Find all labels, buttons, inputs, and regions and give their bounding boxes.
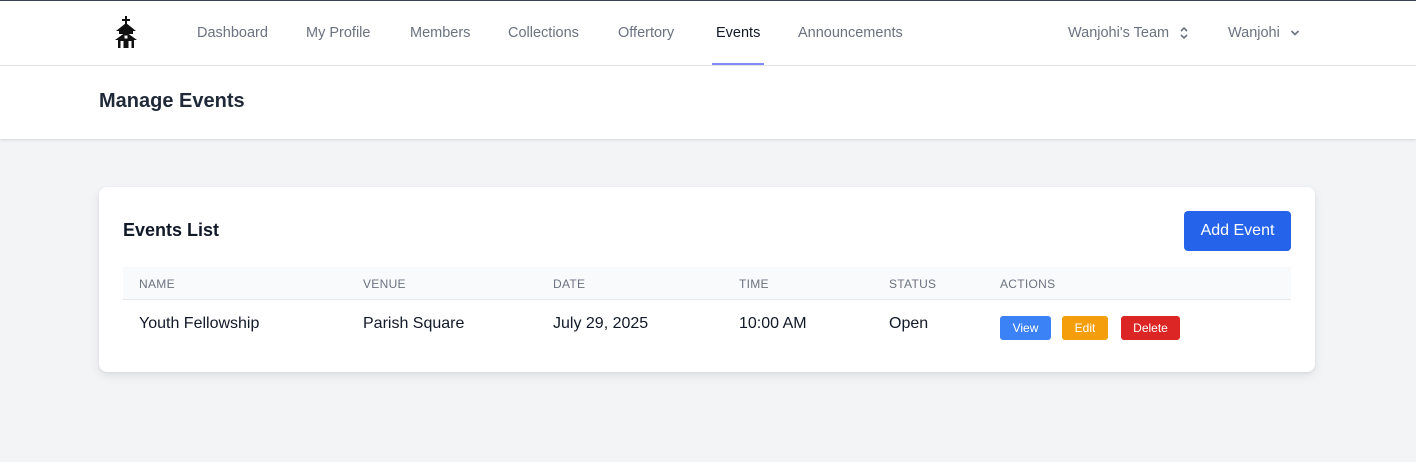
nav-offertory[interactable]: Offertory <box>618 1 674 65</box>
column-header-time: TIME <box>739 277 769 291</box>
card-title: Events List <box>123 220 220 240</box>
column-header-actions: ACTIONS <box>1000 277 1056 291</box>
church-icon[interactable] <box>112 16 140 50</box>
top-navbar: Dashboard My Profile Members Collections… <box>0 1 1416 66</box>
nav-members[interactable]: Members <box>410 1 470 65</box>
nav-my-profile[interactable]: My Profile <box>306 1 370 65</box>
view-button[interactable]: View <box>1000 316 1051 340</box>
column-header-date: DATE <box>553 277 586 291</box>
column-header-name: NAME <box>139 277 175 291</box>
table-header: NAME VENUE DATE TIME STATUS ACTIONS <box>123 267 1291 300</box>
events-card: Events List Add Event NAME VENUE DATE TI… <box>99 187 1315 372</box>
add-event-button[interactable]: Add Event <box>1184 211 1291 251</box>
delete-button[interactable]: Delete <box>1121 316 1180 340</box>
page-title: Manage Events <box>99 90 245 112</box>
event-status: Open <box>889 315 929 332</box>
table-row: Youth Fellowship Parish Square July 29, … <box>123 300 1291 352</box>
nav-events[interactable]: Events <box>711 1 765 65</box>
chevron-down-icon <box>1290 30 1299 36</box>
team-name: Wanjohi's Team <box>1068 25 1170 41</box>
event-name: Youth Fellowship <box>139 315 260 332</box>
nav-collections[interactable]: Collections <box>508 1 579 65</box>
event-time: 10:00 AM <box>739 315 807 332</box>
event-date: July 29, 2025 <box>553 315 649 332</box>
chevron-up-down-icon <box>1180 26 1188 40</box>
user-menu[interactable]: Wanjohi <box>1228 1 1300 65</box>
team-switcher[interactable]: Wanjohi's Team <box>1068 1 1189 65</box>
nav-announcements[interactable]: Announcements <box>798 1 903 65</box>
events-table: NAME VENUE DATE TIME STATUS ACTIONS Yout… <box>123 267 1291 352</box>
event-venue: Parish Square <box>363 315 465 332</box>
nav-dashboard[interactable]: Dashboard <box>197 1 268 65</box>
column-header-status: STATUS <box>889 277 937 291</box>
edit-button[interactable]: Edit <box>1062 316 1108 340</box>
column-header-venue: VENUE <box>363 277 406 291</box>
user-name: Wanjohi <box>1228 25 1280 41</box>
page-header: Manage Events <box>0 66 1416 139</box>
